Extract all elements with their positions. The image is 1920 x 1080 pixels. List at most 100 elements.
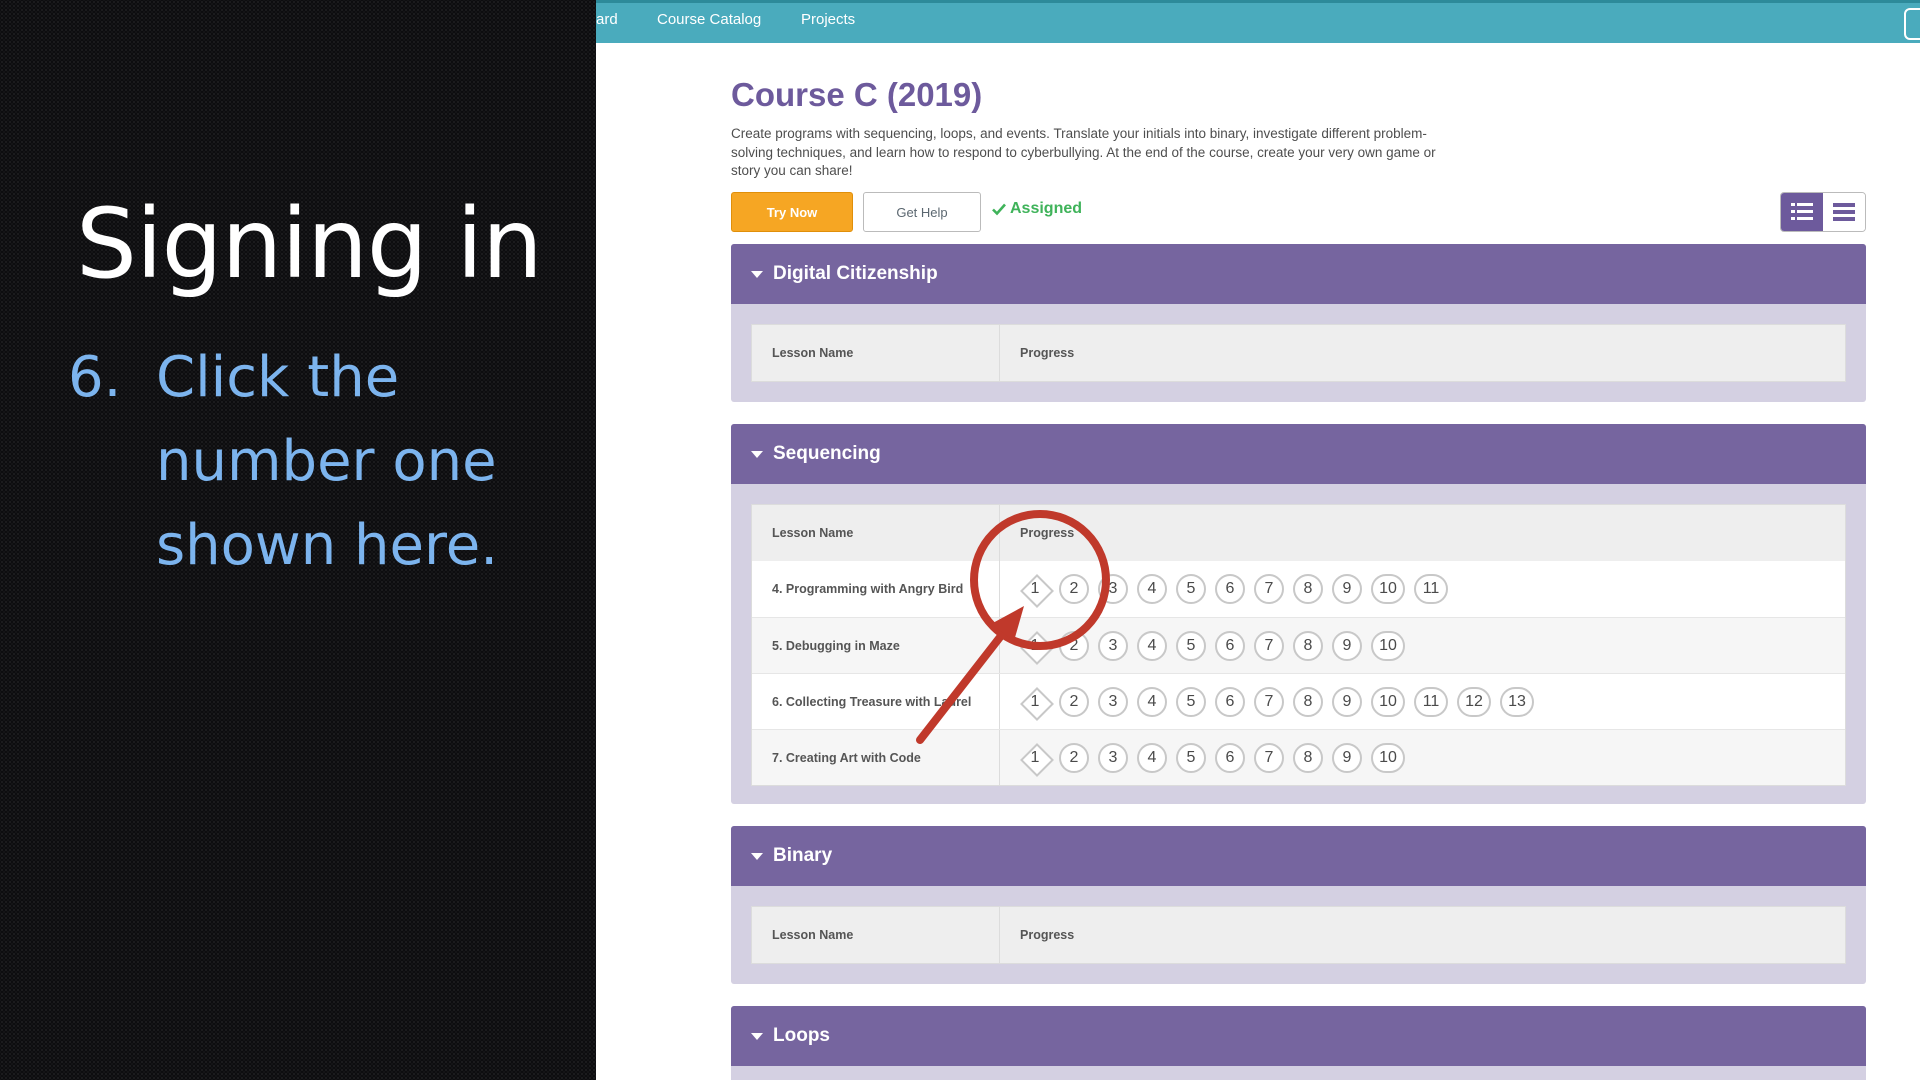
section-sequencing: Sequencing Lesson Name Progress 4. Progr…	[731, 424, 1866, 804]
level-bubble-11[interactable]: 11	[1414, 686, 1448, 717]
nav-user-button[interactable]	[1904, 8, 1920, 40]
table-header-row: Lesson Name Progress	[752, 505, 1845, 561]
section-title: Loops	[773, 1025, 830, 1046]
table-header-row: Lesson Name Progress	[752, 907, 1845, 963]
step-line-1: Click the	[156, 345, 400, 410]
nav-item-dashboard[interactable]: ard	[596, 11, 618, 28]
caret-down-icon	[751, 270, 763, 278]
view-toggle	[1780, 192, 1866, 232]
level-bubble-2[interactable]: 2	[1059, 630, 1089, 661]
lesson-name[interactable]: 5. Debugging in Maze	[752, 618, 1000, 673]
step-number: 6.	[68, 345, 122, 410]
level-bubble-7[interactable]: 7	[1254, 630, 1284, 661]
level-bubble-5[interactable]: 5	[1176, 742, 1206, 773]
level-bubble-2[interactable]: 2	[1059, 574, 1089, 604]
level-bubble-8[interactable]: 8	[1293, 742, 1323, 773]
level-bubble-7[interactable]: 7	[1254, 574, 1284, 604]
level-bubble-9[interactable]: 9	[1332, 574, 1362, 604]
level-progress: 1 2 3 4 5 6 7 8 9 10	[1000, 618, 1845, 673]
level-bubble-7[interactable]: 7	[1254, 686, 1284, 717]
level-bubble-4[interactable]: 4	[1137, 742, 1167, 773]
get-help-button[interactable]: Get Help	[863, 192, 981, 232]
level-bubble-1[interactable]: 1	[1020, 687, 1050, 717]
header-progress: Progress	[1020, 928, 1075, 942]
level-bubble-4[interactable]: 4	[1137, 686, 1167, 717]
level-bubble-2[interactable]: 2	[1059, 686, 1089, 717]
section-header[interactable]: Sequencing	[731, 424, 1866, 484]
level-bubble-9[interactable]: 9	[1332, 742, 1362, 773]
slide-title: Signing in	[76, 188, 543, 300]
level-bubble-4[interactable]: 4	[1137, 630, 1167, 661]
assigned-status: Assigned	[992, 200, 1082, 218]
header-lesson-name: Lesson Name	[752, 325, 1000, 381]
compact-view-button[interactable]	[1823, 193, 1865, 231]
level-bubble-3[interactable]: 3	[1098, 574, 1128, 604]
section-title: Sequencing	[773, 443, 881, 464]
lesson-name[interactable]: 7. Creating Art with Code	[752, 730, 1000, 785]
header-lesson-name: Lesson Name	[752, 907, 1000, 963]
detail-view-button[interactable]	[1781, 193, 1823, 231]
level-bubble-13[interactable]: 13	[1500, 686, 1534, 717]
level-bubble-9[interactable]: 9	[1332, 630, 1362, 661]
level-bubble-4[interactable]: 4	[1137, 574, 1167, 604]
level-bubble-5[interactable]: 5	[1176, 686, 1206, 717]
try-now-button[interactable]: Try Now	[731, 192, 853, 232]
assigned-label: Assigned	[1010, 200, 1083, 217]
level-bubble-12[interactable]: 12	[1457, 686, 1491, 717]
caret-down-icon	[751, 450, 763, 458]
lesson-name[interactable]: 4. Programming with Angry Bird	[752, 561, 1000, 617]
lesson-name[interactable]: 6. Collecting Treasure with Laurel	[752, 674, 1000, 729]
level-bubble-3[interactable]: 3	[1098, 686, 1128, 717]
section-header[interactable]: Binary	[731, 826, 1866, 886]
level-progress: 1 2 3 4 5 6 7 8 9 10	[1000, 730, 1845, 785]
section-title: Binary	[773, 845, 833, 866]
level-bubble-3[interactable]: 3	[1098, 742, 1128, 773]
top-nav: ard Course Catalog Projects	[596, 0, 1920, 43]
table-row: 5. Debugging in Maze 1 2 3 4 5 6 7 8 9 10	[752, 617, 1845, 673]
level-bubble-10[interactable]: 10	[1371, 686, 1405, 717]
table-header-row: Lesson Name Progress	[752, 325, 1845, 381]
level-bubble-1[interactable]: 1	[1020, 743, 1050, 773]
level-bubble-5[interactable]: 5	[1176, 630, 1206, 661]
table-row: 6. Collecting Treasure with Laurel 1 2 3 4 5 6…	[752, 673, 1845, 729]
level-bubble-1[interactable]: 1	[1020, 631, 1050, 661]
level-bubble-7[interactable]: 7	[1254, 742, 1284, 773]
level-bubble-6[interactable]: 6	[1215, 686, 1245, 717]
level-bubble-6[interactable]: 6	[1215, 630, 1245, 661]
caret-down-icon	[751, 852, 763, 860]
section-loops: Loops	[731, 1006, 1866, 1080]
header-progress: Progress	[1020, 346, 1075, 360]
step-line-3: shown here.	[156, 513, 499, 578]
level-bubble-8[interactable]: 8	[1293, 574, 1323, 604]
level-bubble-10[interactable]: 10	[1371, 742, 1405, 773]
level-bubble-6[interactable]: 6	[1215, 574, 1245, 604]
level-bubble-10[interactable]: 10	[1371, 574, 1405, 604]
level-bubble-8[interactable]: 8	[1293, 630, 1323, 661]
page-title: Course C (2019)	[731, 76, 983, 113]
level-progress: 1 2 3 4 5 6 7 8 9 10 11	[1000, 561, 1845, 617]
level-bubble-9[interactable]: 9	[1332, 686, 1362, 717]
level-bubble-3[interactable]: 3	[1098, 630, 1128, 661]
list-compact-icon	[1833, 203, 1855, 221]
lesson-table: Lesson Name Progress	[751, 324, 1846, 382]
slide-panel: Signing in 6. Click the number one shown…	[0, 0, 596, 1080]
table-row: 7. Creating Art with Code 1 2 3 4 5 6 7 8 9 10	[752, 729, 1845, 785]
level-bubble-6[interactable]: 6	[1215, 742, 1245, 773]
list-detail-icon	[1791, 203, 1813, 220]
nav-item-course-catalog[interactable]: Course Catalog	[657, 11, 761, 28]
nav-item-projects[interactable]: Projects	[801, 11, 855, 28]
level-bubble-8[interactable]: 8	[1293, 686, 1323, 717]
level-bubble-11[interactable]: 11	[1414, 574, 1448, 604]
level-bubble-5[interactable]: 5	[1176, 574, 1206, 604]
caret-down-icon	[751, 1032, 763, 1040]
level-bubble-1[interactable]: 1	[1020, 574, 1050, 604]
level-bubble-10[interactable]: 10	[1371, 630, 1405, 661]
section-header[interactable]: Loops	[731, 1006, 1866, 1066]
level-progress: 1 2 3 4 5 6 7 8 9 10 11 12 13	[1000, 674, 1845, 729]
section-digital-citizenship: Digital Citizenship Lesson Name Progress	[731, 244, 1866, 402]
step-line-2: number one	[156, 429, 497, 494]
course-description: Create programs with sequencing, loops, …	[731, 126, 1436, 178]
level-bubble-2[interactable]: 2	[1059, 742, 1089, 773]
check-icon	[992, 203, 1006, 216]
section-header[interactable]: Digital Citizenship	[731, 244, 1866, 304]
